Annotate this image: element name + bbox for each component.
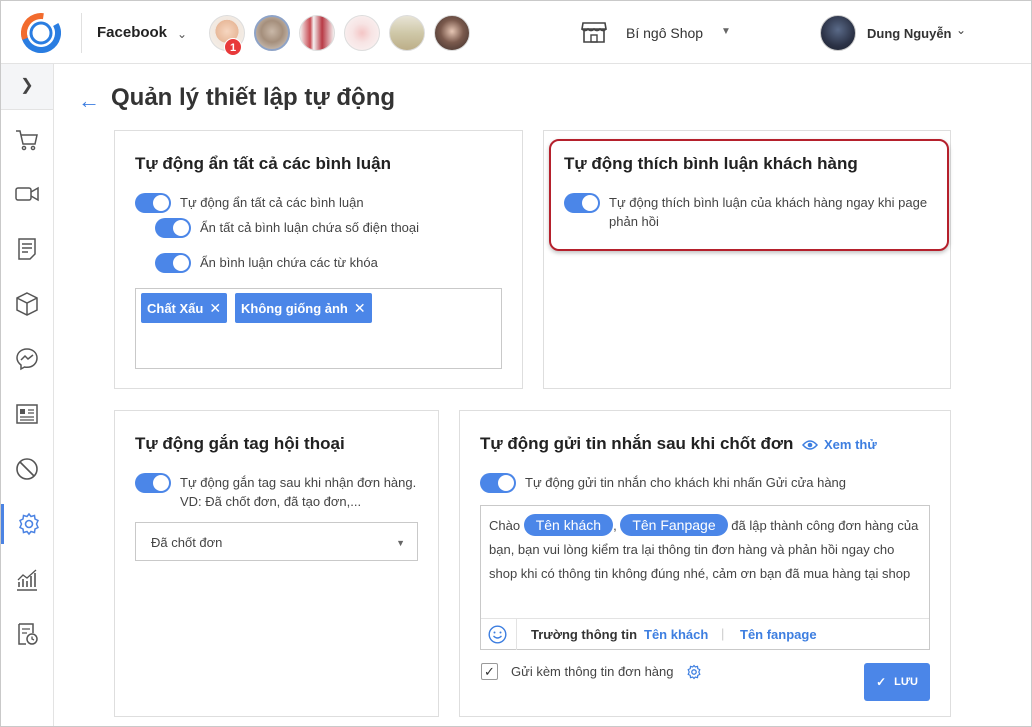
chevron-down-icon[interactable]: ⌄ <box>956 23 966 37</box>
sidebar-item-orders[interactable] <box>1 120 53 160</box>
hide-phone-toggle[interactable] <box>155 218 191 238</box>
save-label: LƯU <box>894 676 918 688</box>
card-like-title: Tự động thích bình luận khách hàng <box>564 154 858 173</box>
video-camera-icon <box>15 186 39 202</box>
card-message-title: Tự động gửi tin nhắn sau khi chốt đơn <box>480 434 794 453</box>
sidebar-item-reports[interactable] <box>1 560 53 600</box>
chart-icon <box>17 569 37 591</box>
option-hide-all: Tự động ẩn tất cả các bình luận <box>135 193 364 213</box>
check-icon: ✓ <box>876 675 887 689</box>
keyword-label: Chất Xấu <box>147 300 204 316</box>
card-tag-title: Tự động gắn tag hội thoại <box>135 434 345 453</box>
contact-card-icon <box>16 404 38 424</box>
eye-icon <box>802 439 818 450</box>
sidebar-item-livestream[interactable] <box>1 174 53 214</box>
keyword-chip: Không giống ảnh ✕ <box>235 293 372 323</box>
page-avatar[interactable] <box>344 15 380 51</box>
chevron-down-icon[interactable]: ⌄ <box>177 27 187 41</box>
sidebar-item-customers[interactable] <box>1 394 53 434</box>
message-toolbar: Trường thông tin Tên khách | Tên fanpage <box>481 618 929 650</box>
auto-tag-toggle[interactable] <box>135 473 171 493</box>
preview-label: Xem thử <box>824 437 877 452</box>
close-icon[interactable]: ✕ <box>209 300 221 317</box>
keyword-chip: Chất Xấu ✕ <box>141 293 228 323</box>
hide-all-toggle[interactable] <box>135 193 171 213</box>
page-title: Quản lý thiết lập tự động <box>111 84 396 111</box>
option-label: Ẩn tất cả bình luận chứa số điện thoại <box>200 220 420 235</box>
option-label: Ẩn bình luận chứa các từ khóa <box>200 255 378 270</box>
expand-sidebar-button[interactable]: ❯ <box>1 64 53 110</box>
option-label: Tự động gửi tin nhắn cho khách khi nhấn … <box>525 475 847 490</box>
keyword-input[interactable]: Chất Xấu ✕ Không giống ảnh ✕ <box>135 288 502 369</box>
top-bar: Facebook ⌄ 1 Bí ngô Shop ▼ Dung Nguyễn ⌄ <box>1 1 1031 64</box>
sidebar-item-blocked[interactable] <box>1 449 53 489</box>
platform-selector[interactable]: Facebook <box>97 24 167 41</box>
caret-down-icon: ▼ <box>396 538 405 548</box>
clipboard-clock-icon <box>18 623 38 645</box>
close-icon[interactable]: ✕ <box>354 300 366 317</box>
option-auto-tag: Tự động gắn tag sau khi nhận đơn hàng. V… <box>135 473 425 511</box>
shop-icon <box>581 22 607 43</box>
divider: | <box>721 626 725 641</box>
insert-fanpage-name-link[interactable]: Tên fanpage <box>740 627 817 642</box>
message-editor[interactable]: Chào Tên khách, Tên Fanpage đã lập thành… <box>480 505 930 650</box>
option-hide-phone: Ẩn tất cả bình luận chứa số điện thoại <box>155 218 419 238</box>
auto-like-toggle[interactable] <box>564 193 600 213</box>
card-hide-title: Tự động ẩn tất cả các bình luận <box>135 154 392 173</box>
attach-order-label: Gửi kèm thông tin đơn hàng <box>511 664 674 679</box>
insert-customer-name-link[interactable]: Tên khách <box>644 627 708 642</box>
caret-down-icon[interactable]: ▼ <box>721 26 731 37</box>
messenger-icon <box>16 348 38 371</box>
page-avatar[interactable] <box>299 15 335 51</box>
page-avatar-selected[interactable] <box>254 15 290 51</box>
page-avatar[interactable] <box>434 15 470 51</box>
notification-badge: 1 <box>224 38 242 56</box>
save-button[interactable]: ✓ LƯU <box>864 663 930 701</box>
fields-label: Trường thông tin <box>531 627 638 642</box>
sidebar-item-messenger[interactable] <box>1 339 53 379</box>
tag-select[interactable]: Đã chốt đơn ▼ <box>135 522 418 561</box>
keyword-label: Không giống ảnh <box>241 300 348 316</box>
fanpage-name-token: Tên Fanpage <box>620 514 728 536</box>
attach-order-checkbox[interactable]: ✓ <box>481 663 498 680</box>
document-icon <box>18 238 36 260</box>
option-hide-keywords: Ẩn bình luận chứa các từ khóa <box>155 253 378 273</box>
box-icon <box>16 292 38 316</box>
back-arrow-icon[interactable]: ← <box>78 88 100 114</box>
option-label: Tự động thích bình luận của khách hàng n… <box>609 195 928 229</box>
sidebar-item-settings[interactable] <box>1 504 53 544</box>
block-icon <box>16 458 38 480</box>
preview-link[interactable]: Xem thử <box>802 437 877 452</box>
cart-icon <box>16 130 38 151</box>
page-avatars: 1 <box>209 15 470 56</box>
sidebar: ❯ <box>1 64 54 726</box>
page-avatar[interactable]: 1 <box>209 15 245 56</box>
option-label: Tự động gắn tag sau khi nhận đơn hàng. V… <box>180 475 417 509</box>
divider <box>516 619 517 650</box>
message-comma: , <box>613 518 617 533</box>
option-auto-like: Tự động thích bình luận của khách hàng n… <box>564 193 934 231</box>
card-auto-tag <box>114 410 439 717</box>
user-name[interactable]: Dung Nguyễn <box>867 26 952 41</box>
page-avatar[interactable] <box>389 15 425 51</box>
sidebar-item-history[interactable] <box>1 614 53 654</box>
auto-message-toggle[interactable] <box>480 473 516 493</box>
app-logo-icon[interactable] <box>21 13 61 53</box>
message-prefix: Chào <box>489 518 521 533</box>
option-auto-message: Tự động gửi tin nhắn cho khách khi nhấn … <box>480 473 846 493</box>
tag-select-value: Đã chốt đơn <box>151 535 223 550</box>
shop-selector[interactable]: Bí ngô Shop <box>626 25 703 41</box>
divider <box>81 13 82 53</box>
customer-name-token: Tên khách <box>523 514 614 536</box>
sidebar-item-posts[interactable] <box>1 229 53 269</box>
user-avatar[interactable] <box>820 15 856 51</box>
gear-icon <box>18 512 39 536</box>
gear-icon[interactable] <box>686 664 702 680</box>
emoji-icon[interactable] <box>488 625 507 644</box>
message-text[interactable]: Chào Tên khách, Tên Fanpage đã lập thành… <box>489 514 921 586</box>
option-label: Tự động ẩn tất cả các bình luận <box>180 195 364 210</box>
sidebar-item-products[interactable] <box>1 284 53 324</box>
hide-keywords-toggle[interactable] <box>155 253 191 273</box>
